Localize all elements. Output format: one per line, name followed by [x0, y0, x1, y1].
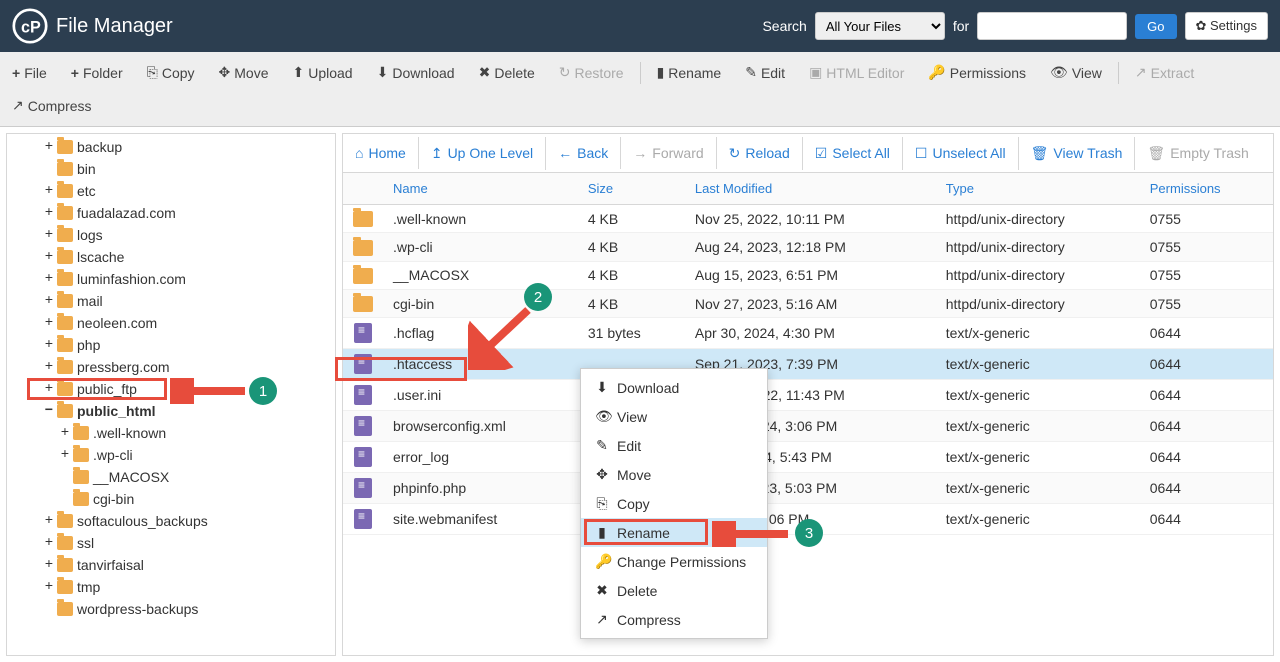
file-row[interactable]: .hcflag31 bytesApr 30, 2024, 4:30 PMtext… — [343, 318, 1273, 349]
tree-folder-.well-known[interactable]: +.well-known — [7, 422, 335, 444]
tree-folder-luminfashion.com[interactable]: +luminfashion.com — [7, 268, 335, 290]
tree-folder-etc[interactable]: +etc — [7, 180, 335, 202]
move-button[interactable]: ✥ Move — [207, 56, 281, 89]
ctx-download[interactable]: ⬇Download — [581, 373, 767, 402]
up-one-level-button[interactable]: ↥ Up One Level — [419, 137, 546, 170]
download-button[interactable]: ⬇ Download — [365, 56, 467, 89]
svg-text:cP: cP — [21, 18, 41, 36]
permissions-button[interactable]: 🔑 Permissions — [916, 56, 1038, 89]
ctx-change-permissions[interactable]: 🔑Change Permissions — [581, 547, 767, 576]
tree-folder-__MACOSX[interactable]: __MACOSX — [7, 466, 335, 488]
view-button[interactable]: 👁 View — [1038, 56, 1114, 89]
file-row[interactable]: .htaccessSep 21, 2023, 7:39 PMtext/x-gen… — [343, 349, 1273, 380]
col-size[interactable]: Size — [578, 173, 685, 205]
tree-folder-bin[interactable]: bin — [7, 158, 335, 180]
new-folder-button[interactable]: + Folder — [59, 57, 135, 89]
empty-trash-button: 🗑 Empty Trash — [1135, 137, 1260, 170]
view-trash-button[interactable]: 🗑 View Trash — [1019, 137, 1136, 170]
settings-button[interactable]: ✿ Settings — [1185, 12, 1269, 40]
col-modified[interactable]: Last Modified — [685, 173, 936, 205]
navigation-toolbar: ⌂ Home ↥ Up One Level ← Back → Forward ↻… — [342, 133, 1274, 173]
ctx-delete[interactable]: ✖Delete — [581, 576, 767, 605]
file-row[interactable]: cgi-bin4 KBNov 27, 2023, 5:16 AMhttpd/un… — [343, 289, 1273, 317]
tree-folder-backup[interactable]: +backup — [7, 136, 335, 158]
reload-button[interactable]: ↻ Reload — [717, 137, 803, 170]
app-logo: cP File Manager — [12, 8, 173, 44]
file-row[interactable]: .user.iniNov 27, 2022, 11:43 PMtext/x-ge… — [343, 380, 1273, 411]
tree-folder-neoleen.com[interactable]: +neoleen.com — [7, 312, 335, 334]
restore-button: ↻ Restore — [547, 56, 636, 89]
tree-folder-public_ftp[interactable]: +public_ftp — [7, 378, 335, 400]
for-label: for — [953, 18, 969, 34]
col-type[interactable]: Type — [936, 173, 1140, 205]
file-row[interactable]: phpinfo.phpAug 11, 2023, 5:03 PMtext/x-g… — [343, 473, 1273, 504]
app-title: File Manager — [56, 15, 173, 38]
folder-tree-sidebar[interactable]: +backupbin+etc+fuadalazad.com+logs+lscac… — [6, 133, 336, 656]
file-context-menu[interactable]: ⬇Download👁View✎Edit✥Move⎘Copy▮Rename🔑Cha… — [580, 368, 768, 639]
tree-folder-softaculous_backups[interactable]: +softaculous_backups — [7, 510, 335, 532]
tree-folder-tmp[interactable]: +tmp — [7, 576, 335, 598]
html-editor-button: ▣ HTML Editor — [797, 56, 916, 89]
file-row[interactable]: browserconfig.xmlFeb 12, 2024, 3:06 PMte… — [343, 411, 1273, 442]
upload-button[interactable]: ⬆ Upload — [280, 56, 364, 89]
tree-folder-public_html[interactable]: −public_html — [7, 400, 335, 422]
ctx-view[interactable]: 👁View — [581, 402, 767, 431]
select-all-button[interactable]: ☑ Select All — [803, 137, 903, 170]
tree-folder-fuadalazad.com[interactable]: +fuadalazad.com — [7, 202, 335, 224]
app-header: cP File Manager Search All Your Files fo… — [0, 0, 1280, 52]
tree-folder-php[interactable]: +php — [7, 334, 335, 356]
tree-folder-mail[interactable]: +mail — [7, 290, 335, 312]
tree-folder-logs[interactable]: +logs — [7, 224, 335, 246]
copy-button[interactable]: ⎘ Copy — [135, 56, 207, 89]
tree-folder-wordpress-backups[interactable]: wordpress-backups — [7, 598, 335, 620]
tree-folder-ssl[interactable]: +ssl — [7, 532, 335, 554]
main-toolbar: + File + Folder ⎘ Copy ✥ Move ⬆ Upload ⬇… — [0, 52, 1280, 127]
ctx-edit[interactable]: ✎Edit — [581, 431, 767, 460]
tree-folder-lscache[interactable]: +lscache — [7, 246, 335, 268]
delete-button[interactable]: ✖ Delete — [467, 56, 547, 89]
ctx-copy[interactable]: ⎘Copy — [581, 489, 767, 518]
home-button[interactable]: ⌂ Home — [343, 137, 419, 169]
edit-button[interactable]: ✎ Edit — [733, 56, 797, 89]
tree-folder-.wp-cli[interactable]: +.wp-cli — [7, 444, 335, 466]
search-label: Search — [762, 18, 806, 34]
col-name[interactable]: Name — [383, 173, 578, 205]
search-scope-select[interactable]: All Your Files — [815, 12, 945, 40]
file-row[interactable]: site.webmanifest12, 2024, 3:06 PMtext/x-… — [343, 504, 1273, 535]
extract-button: ↗ Extract — [1123, 56, 1206, 89]
file-row[interactable]: .well-known4 KBNov 25, 2022, 10:11 PMhtt… — [343, 205, 1273, 233]
file-row[interactable]: error_logMay 4, 2024, 5:43 PMtext/x-gene… — [343, 442, 1273, 473]
search-input[interactable] — [977, 12, 1127, 40]
ctx-compress[interactable]: ↗Compress — [581, 605, 767, 634]
compress-button[interactable]: ↗ Compress — [0, 89, 104, 122]
tree-folder-pressberg.com[interactable]: +pressberg.com — [7, 356, 335, 378]
ctx-rename[interactable]: ▮Rename — [581, 518, 767, 547]
rename-button[interactable]: ▮ Rename — [645, 56, 734, 89]
tree-folder-tanvirfaisal[interactable]: +tanvirfaisal — [7, 554, 335, 576]
new-file-button[interactable]: + File — [0, 57, 59, 89]
forward-button: → Forward — [621, 137, 716, 169]
unselect-all-button[interactable]: ☐ Unselect All — [903, 137, 1019, 170]
tree-folder-cgi-bin[interactable]: cgi-bin — [7, 488, 335, 510]
ctx-move[interactable]: ✥Move — [581, 460, 767, 489]
cpanel-icon: cP — [12, 8, 48, 44]
col-perms[interactable]: Permissions — [1140, 173, 1273, 205]
file-row[interactable]: .wp-cli4 KBAug 24, 2023, 12:18 PMhttpd/u… — [343, 233, 1273, 261]
file-row[interactable]: __MACOSX4 KBAug 15, 2023, 6:51 PMhttpd/u… — [343, 261, 1273, 289]
back-button[interactable]: ← Back — [546, 137, 621, 169]
file-list-table[interactable]: Name Size Last Modified Type Permissions… — [343, 173, 1273, 535]
go-button[interactable]: Go — [1135, 14, 1176, 39]
